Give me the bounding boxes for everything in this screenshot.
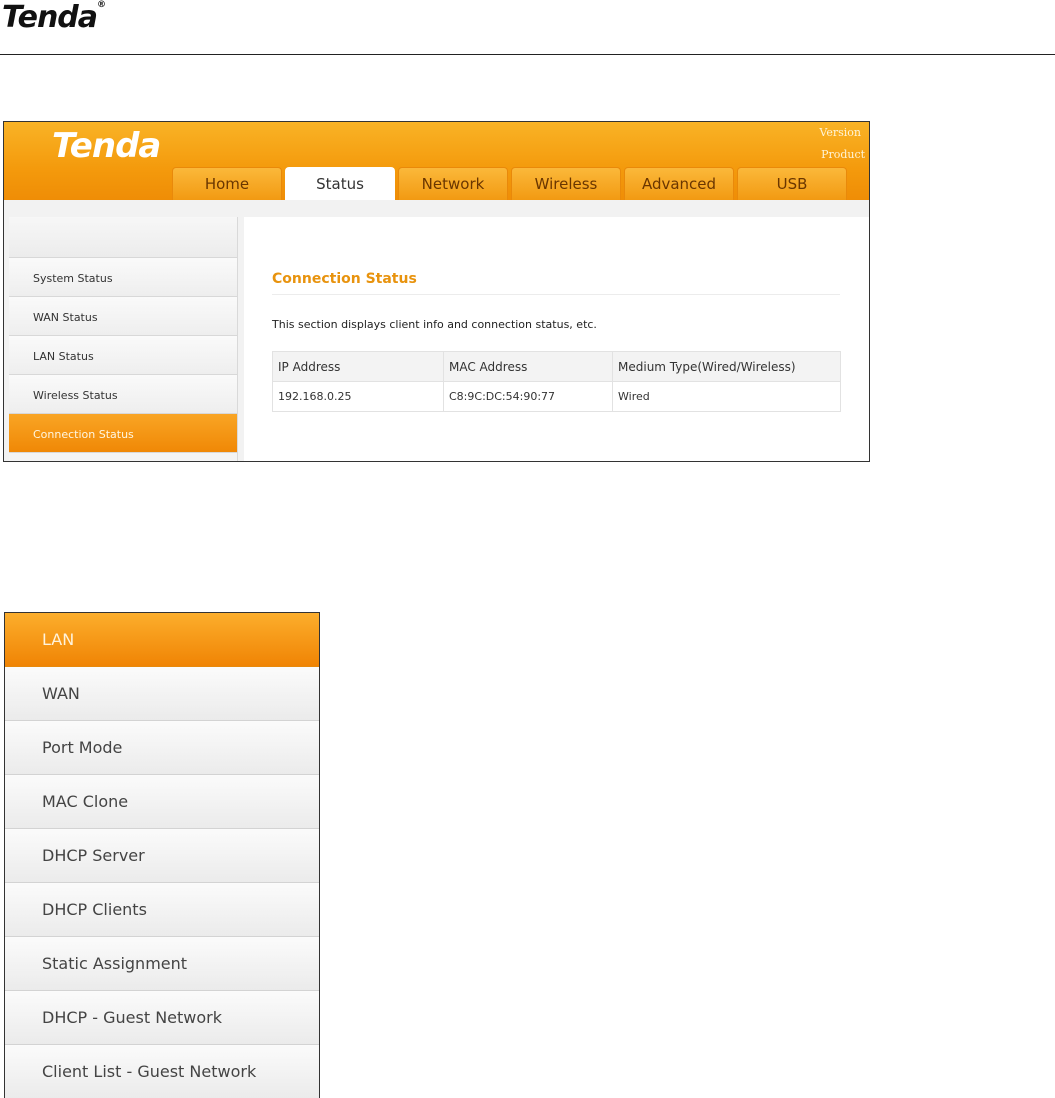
sidebar-item-lan-status[interactable]: LAN Status — [9, 336, 237, 375]
registered-mark: ® — [97, 0, 106, 10]
tab-status[interactable]: Status — [285, 167, 395, 200]
router-header: Tenda Version Product ! Home Status Netw… — [4, 122, 869, 200]
network-menu-screenshot: LAN WAN Port Mode MAC Clone DHCP Server … — [4, 612, 320, 1098]
table-header-row: IP Address MAC Address Medium Type(Wired… — [272, 351, 841, 382]
sidebar-item-wireless-status[interactable]: Wireless Status — [9, 375, 237, 414]
product-label: Product ! — [821, 148, 870, 161]
column-medium-type: Medium Type(Wired/Wireless) — [612, 351, 841, 382]
version-label: Version — [819, 126, 861, 139]
tab-usb[interactable]: USB — [737, 167, 847, 200]
main-tabs: Home Status Network Wireless Advanced US… — [172, 167, 847, 200]
column-mac-address: MAC Address — [443, 351, 613, 382]
menu-item-dhcp-server[interactable]: DHCP Server — [5, 829, 319, 883]
menu-item-dhcp-guest-network[interactable]: DHCP - Guest Network — [5, 991, 319, 1045]
sidebar-item-wan-status[interactable]: WAN Status — [9, 297, 237, 336]
title-divider — [272, 294, 840, 295]
menu-item-wan[interactable]: WAN — [5, 667, 319, 721]
column-ip-address: IP Address — [272, 351, 444, 382]
header-divider — [0, 54, 1055, 55]
status-side-menu: System Status WAN Status LAN Status Wire… — [9, 217, 238, 461]
router-logo: Tenda — [52, 126, 161, 166]
cell-ip: 192.168.0.25 — [272, 381, 444, 412]
menu-item-dhcp-clients[interactable]: DHCP Clients — [5, 883, 319, 937]
document-logo: Tenda® — [2, 0, 106, 35]
table-row: 192.168.0.25 C8:9C:DC:54:90:77 Wired — [272, 381, 841, 412]
menu-item-static-assignment[interactable]: Static Assignment — [5, 937, 319, 991]
sidebar-item-system-status[interactable]: System Status — [9, 258, 237, 297]
menu-item-lan[interactable]: LAN — [5, 613, 319, 667]
sidebar-item-connection-status[interactable]: Connection Status — [9, 414, 237, 453]
menu-item-client-list-guest-network[interactable]: Client List - Guest Network — [5, 1045, 319, 1098]
document-logo-text: Tenda — [2, 0, 98, 35]
side-menu-blank — [9, 217, 237, 258]
connection-status-screenshot: Tenda Version Product ! Home Status Netw… — [3, 121, 870, 462]
section-description: This section displays client info and co… — [272, 318, 597, 331]
tab-wireless[interactable]: Wireless — [511, 167, 621, 200]
menu-item-mac-clone[interactable]: MAC Clone — [5, 775, 319, 829]
menu-item-port-mode[interactable]: Port Mode — [5, 721, 319, 775]
cell-medium: Wired — [612, 381, 841, 412]
cell-mac: C8:9C:DC:54:90:77 — [443, 381, 613, 412]
tab-network[interactable]: Network — [398, 167, 508, 200]
content-panel: Connection Status This section displays … — [244, 217, 869, 461]
tab-home[interactable]: Home — [172, 167, 282, 200]
connection-table: IP Address MAC Address Medium Type(Wired… — [272, 351, 841, 412]
tab-advanced[interactable]: Advanced — [624, 167, 734, 200]
page-title: Connection Status — [272, 271, 417, 287]
